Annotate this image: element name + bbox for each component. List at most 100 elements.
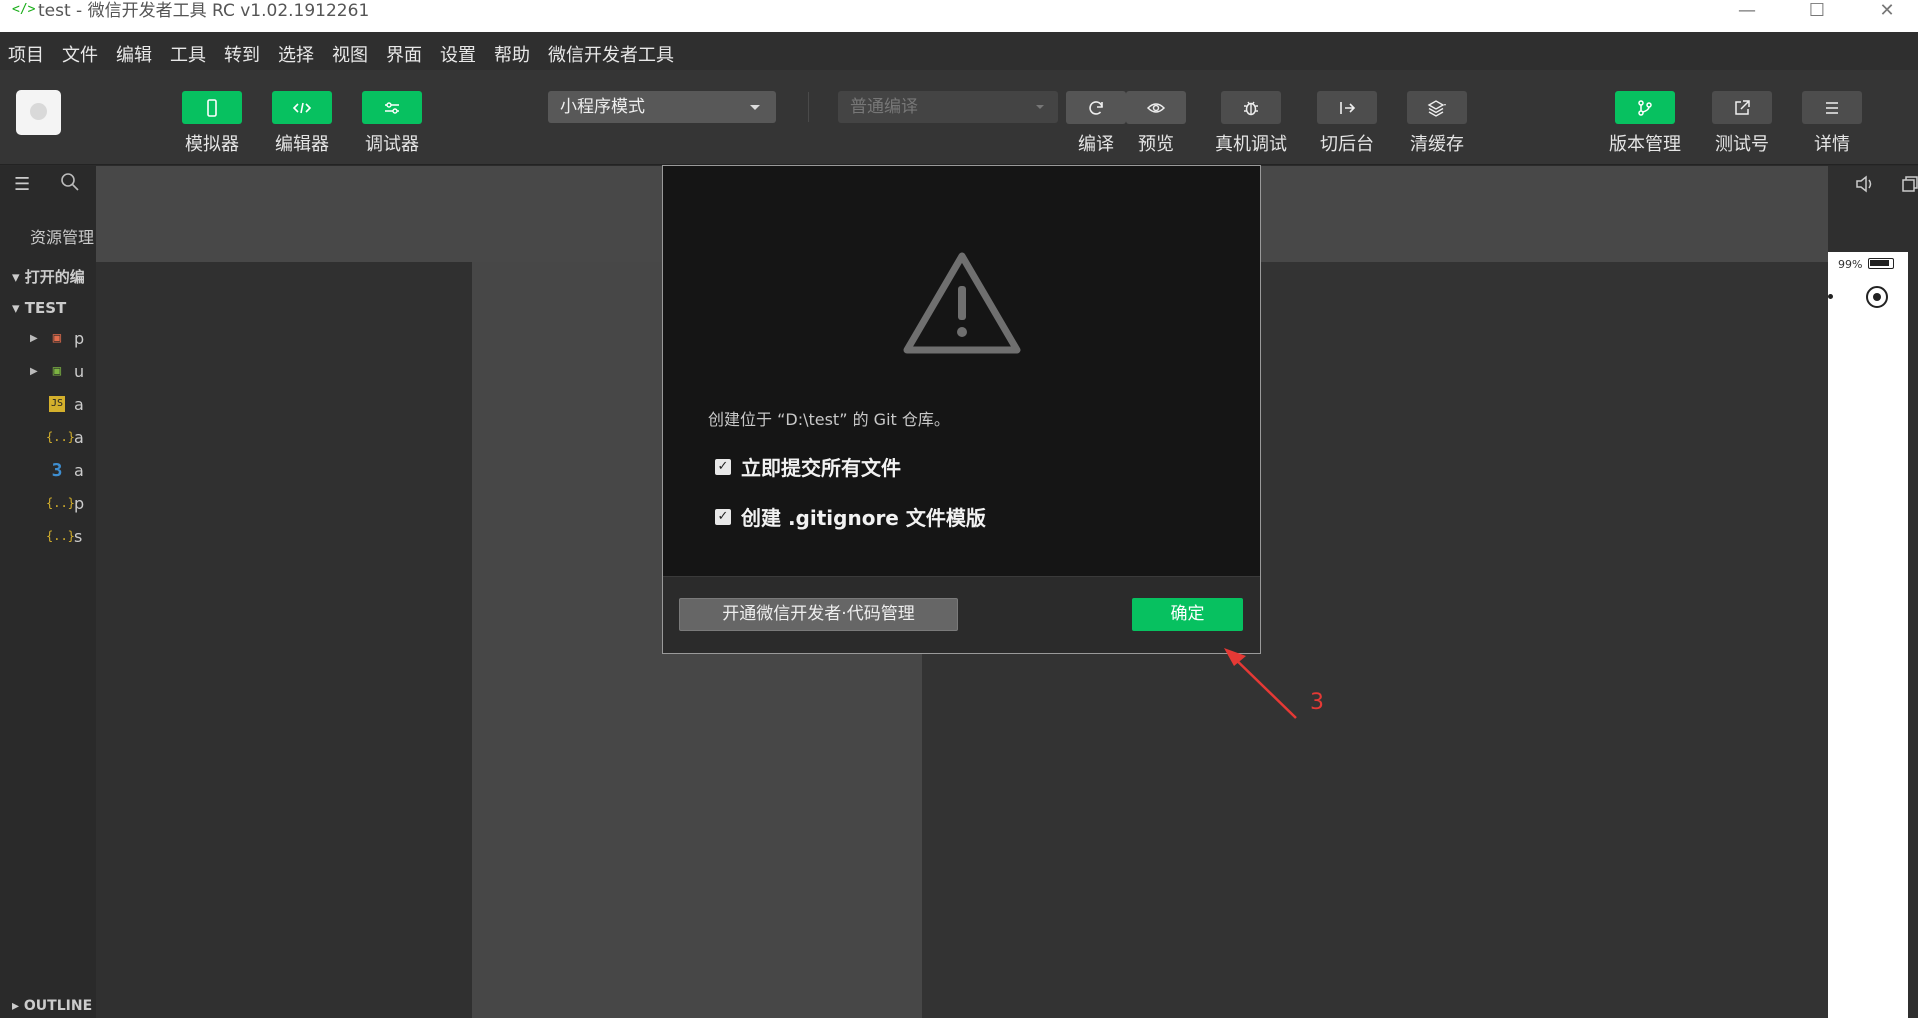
simulator-toggle-button[interactable] bbox=[182, 91, 242, 124]
explorer-sidebar: ☰ 资源管理 ▾ 打开的编 ▾ TEST ▶ ▣ p ▶ ▣ u JS a {.… bbox=[0, 166, 96, 1018]
debugger-toggle-button[interactable] bbox=[362, 91, 422, 124]
search-icon[interactable] bbox=[60, 172, 80, 197]
checkbox-checked-icon[interactable]: ✓ bbox=[715, 458, 731, 475]
volume-icon[interactable] bbox=[1854, 174, 1876, 199]
project-label: TEST bbox=[24, 299, 67, 317]
mode-select-value: 小程序模式 bbox=[560, 97, 645, 117]
menu-tools[interactable]: 工具 bbox=[170, 41, 206, 67]
simulator-label: 模拟器 bbox=[185, 134, 239, 155]
preview-button[interactable] bbox=[1126, 91, 1186, 124]
test-account-label: 测试号 bbox=[1715, 134, 1769, 155]
refresh-icon bbox=[1089, 100, 1103, 115]
editor-label: 编辑器 bbox=[275, 134, 329, 155]
phone-icon bbox=[207, 98, 217, 117]
menu-bar: 项目 文件 编辑 工具 转到 选择 视图 界面 设置 帮助 微信开发者工具 bbox=[0, 32, 1918, 70]
title-bar: </> test - 微信开发者工具 RC v1.02.1912261 — ☐ … bbox=[0, 0, 1918, 32]
minimize-button[interactable]: — bbox=[1712, 0, 1782, 24]
tree-item[interactable]: ▶ ▣ u bbox=[30, 359, 96, 383]
toolbar: 模拟器 编辑器 调试器 小程序模式 普通编译 编译 预览 真机调试 切后台 清缓… bbox=[0, 70, 1918, 165]
menu-file[interactable]: 文件 bbox=[62, 41, 98, 67]
compile-button[interactable] bbox=[1066, 91, 1126, 124]
battery-percentage: 99% bbox=[1838, 258, 1863, 271]
remote-debug-label: 真机调试 bbox=[1215, 134, 1287, 155]
background-button[interactable] bbox=[1317, 91, 1377, 124]
tree-item-label: p bbox=[74, 328, 85, 348]
git-init-dialog: 创建位于 “D:\test” 的 Git 仓库。 ✓ 立即提交所有文件 ✓ 创建… bbox=[662, 165, 1261, 654]
maximize-button[interactable]: ☐ bbox=[1782, 0, 1852, 24]
test-account-button[interactable] bbox=[1712, 91, 1772, 124]
avatar[interactable] bbox=[16, 90, 61, 135]
commit-all-option[interactable]: ✓ 立即提交所有文件 bbox=[715, 452, 901, 481]
menu-help[interactable]: 帮助 bbox=[494, 41, 530, 67]
json-file-icon: {..} bbox=[46, 496, 75, 510]
bug-icon bbox=[1244, 101, 1258, 115]
json-file-icon: {..} bbox=[46, 430, 75, 444]
css-file-icon: 3 bbox=[51, 459, 63, 481]
red-arrow-icon bbox=[1224, 648, 1297, 719]
tree-item-label: u bbox=[74, 361, 85, 381]
chevron-down-icon bbox=[1036, 105, 1044, 109]
menu-view[interactable]: 视图 bbox=[332, 41, 368, 67]
remote-debug-button[interactable] bbox=[1221, 91, 1281, 124]
gitignore-option[interactable]: ✓ 创建 .gitignore 文件模版 bbox=[715, 502, 986, 531]
menu-settings[interactable]: 设置 bbox=[440, 41, 476, 67]
editor-toggle-button[interactable] bbox=[272, 91, 332, 124]
tree-item-label: a bbox=[74, 427, 84, 447]
chevron-right-icon: ▶ bbox=[30, 365, 38, 377]
debugger-label: 调试器 bbox=[365, 134, 419, 155]
tree-item[interactable]: 3 a bbox=[30, 458, 96, 482]
menu-wechat-devtools[interactable]: 微信开发者工具 bbox=[548, 41, 674, 67]
dialog-footer: 开通微信开发者·代码管理 确定 bbox=[663, 576, 1260, 653]
phone-simulator[interactable]: 99% bbox=[1828, 252, 1908, 1018]
confirm-button[interactable]: 确定 bbox=[1132, 598, 1243, 631]
capsule-close-icon[interactable] bbox=[1866, 286, 1888, 308]
folder-icon: ▣ bbox=[52, 363, 62, 379]
checkbox-checked-icon[interactable]: ✓ bbox=[715, 508, 731, 525]
window-copy-icon[interactable] bbox=[1902, 174, 1918, 199]
open-editors-label: 打开的编 bbox=[24, 268, 85, 286]
close-button[interactable]: ✕ bbox=[1852, 0, 1918, 24]
warning-icon bbox=[903, 252, 1021, 354]
tree-item-label: s bbox=[74, 526, 83, 546]
js-file-icon: JS bbox=[49, 396, 65, 412]
tree-item-label: a bbox=[74, 394, 84, 414]
explorer-title: 资源管理 bbox=[30, 228, 95, 247]
annotation-arrow: 3 bbox=[1210, 630, 1330, 730]
battery-icon bbox=[1868, 258, 1894, 269]
folder-icon: ▣ bbox=[52, 330, 62, 346]
tree-item[interactable]: JS a bbox=[30, 392, 96, 416]
window-title: test - 微信开发者工具 RC v1.02.1912261 bbox=[38, 1, 370, 21]
menu-interface[interactable]: 界面 bbox=[386, 41, 422, 67]
menu-edit[interactable]: 编辑 bbox=[116, 41, 152, 67]
menu-dot-icon[interactable] bbox=[1828, 294, 1833, 299]
app-code-icon: </> bbox=[12, 2, 36, 17]
list-icon[interactable]: ☰ bbox=[14, 174, 30, 195]
version-management-button[interactable] bbox=[1615, 91, 1675, 124]
tree-item[interactable]: {..} a bbox=[30, 425, 96, 449]
tree-item[interactable]: ▶ ▣ p bbox=[30, 326, 96, 350]
external-link-icon bbox=[1735, 99, 1750, 115]
outline-section[interactable]: ▸ OUTLINE bbox=[12, 998, 92, 1014]
compile-mode-placeholder: 普通编译 bbox=[850, 97, 918, 117]
menu-project[interactable]: 项目 bbox=[8, 41, 44, 67]
tree-item[interactable]: {..} s bbox=[30, 524, 96, 548]
clear-cache-button[interactable] bbox=[1407, 91, 1467, 124]
project-section[interactable]: ▾ TEST bbox=[12, 299, 66, 317]
eye-icon bbox=[1146, 102, 1166, 113]
enable-code-management-button[interactable]: 开通微信开发者·代码管理 bbox=[679, 598, 958, 631]
code-icon bbox=[292, 102, 312, 113]
menu-goto[interactable]: 转到 bbox=[224, 41, 260, 67]
menu-select[interactable]: 选择 bbox=[278, 41, 314, 67]
details-button[interactable] bbox=[1802, 91, 1862, 124]
annotation-number: 3 bbox=[1310, 690, 1324, 715]
details-label: 详情 bbox=[1814, 134, 1850, 155]
preview-label: 预览 bbox=[1138, 134, 1174, 155]
compile-mode-select[interactable]: 普通编译 bbox=[838, 91, 1058, 123]
git-branch-icon bbox=[1638, 99, 1652, 116]
tree-item[interactable]: {..} p bbox=[30, 491, 96, 515]
tree-item-label: a bbox=[74, 460, 84, 480]
open-editors-section[interactable]: ▾ 打开的编 bbox=[12, 266, 85, 287]
clear-cache-label: 清缓存 bbox=[1410, 134, 1464, 155]
mode-select[interactable]: 小程序模式 bbox=[548, 91, 776, 123]
chevron-right-icon: ▶ bbox=[30, 332, 38, 344]
